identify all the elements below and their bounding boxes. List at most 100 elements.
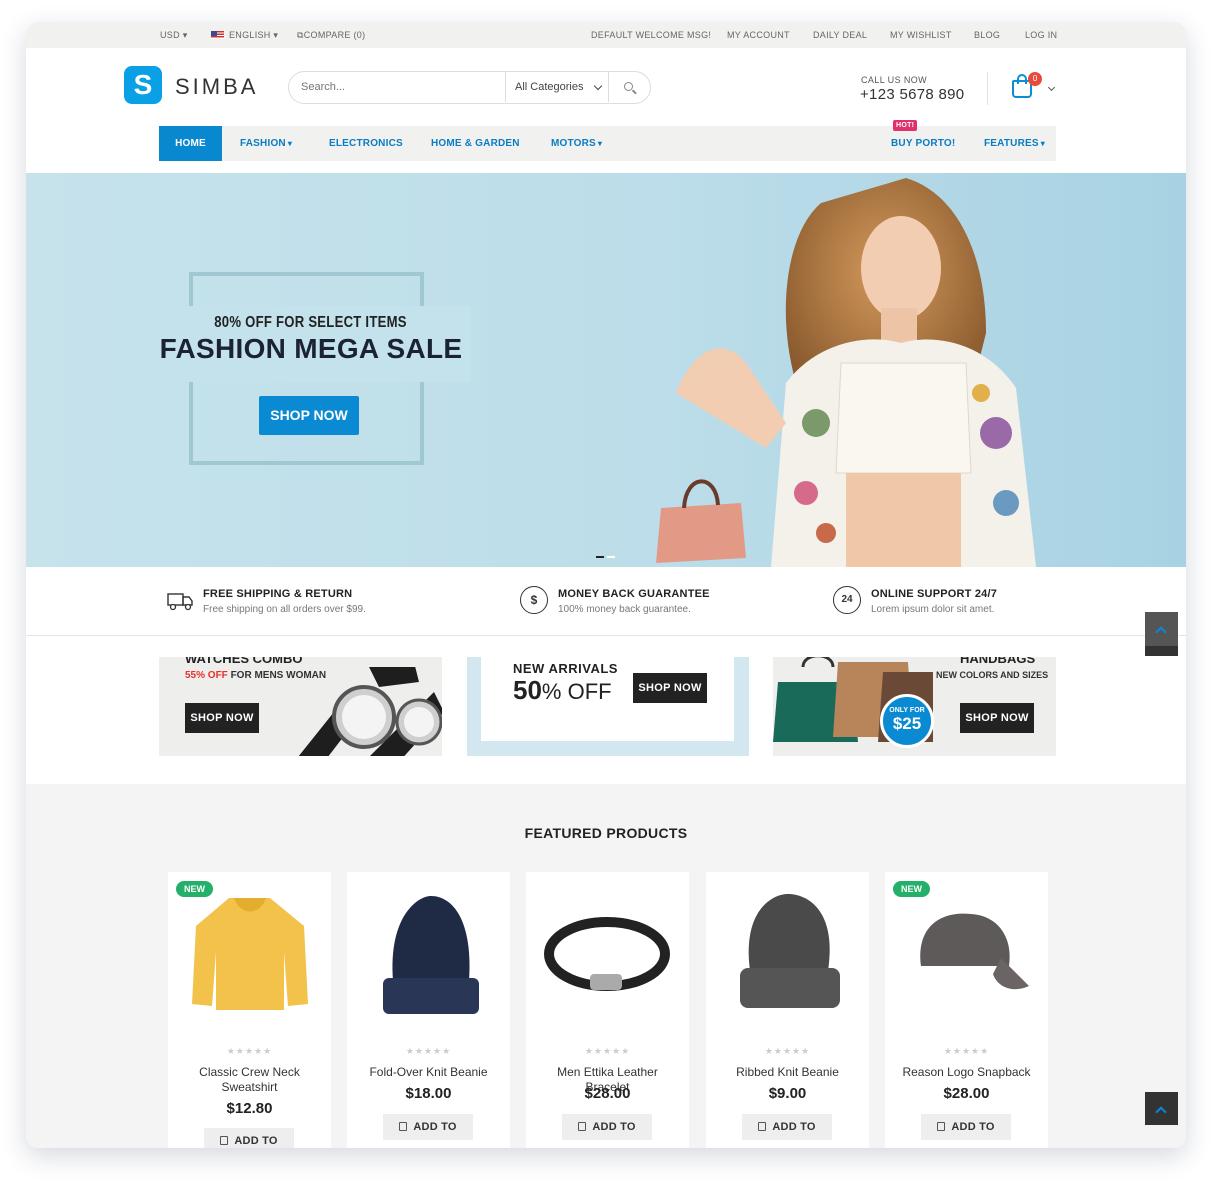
banner-watches[interactable]: WATCHES COMBO 55% OFF FOR MENS WOMAN SHO… bbox=[159, 657, 442, 756]
product-price: $28.00 bbox=[943, 1085, 990, 1102]
cart-dropdown-icon[interactable] bbox=[1047, 83, 1056, 92]
product-card[interactable]: ★★★★★ Fold-Over Knit Beanie $18.00 ADD T… bbox=[347, 872, 510, 1148]
logo-text[interactable]: SIMBA bbox=[175, 74, 258, 100]
slider-dots[interactable] bbox=[596, 545, 618, 563]
rating-stars: ★★★★★ bbox=[764, 1046, 811, 1056]
banner-handbags[interactable]: HANDBAGS NEW COLORS AND SIZES ONLY FOR $… bbox=[773, 657, 1056, 756]
feature-desc: Lorem ipsum dolor sit amet. bbox=[871, 604, 995, 615]
feature-title: FREE SHIPPING & RETURN bbox=[203, 588, 353, 600]
rating-stars: ★★★★★ bbox=[405, 1046, 452, 1056]
scroll-up-button[interactable] bbox=[1145, 612, 1178, 656]
us-flag-icon bbox=[211, 31, 224, 39]
daily-deal-link[interactable]: DAILY DEAL bbox=[813, 30, 867, 40]
banner-unit: % OFF bbox=[541, 679, 612, 704]
hero-slider: 80% OFF FOR SELECT ITEMS FASHION MEGA SA… bbox=[26, 173, 1186, 567]
nav-fashion[interactable]: FASHION ▾ bbox=[240, 126, 292, 161]
search-bar: All Categories bbox=[288, 71, 651, 104]
page-frame: USD ▾ ENGLISH ▾ ⧉COMPARE (0) DEFAULT WEL… bbox=[26, 22, 1186, 1148]
hero-model-image bbox=[656, 178, 1036, 567]
top-bar: USD ▾ ENGLISH ▾ ⧉COMPARE (0) DEFAULT WEL… bbox=[26, 22, 1186, 48]
category-select[interactable]: All Categories bbox=[505, 72, 609, 102]
header-divider bbox=[987, 72, 988, 105]
welcome-msg: DEFAULT WELCOME MSG! bbox=[591, 30, 712, 40]
hero-shop-now-button[interactable]: SHOP NOW bbox=[259, 396, 359, 435]
watches-image bbox=[298, 667, 442, 756]
product-price: $28.00 bbox=[584, 1085, 631, 1102]
bag-icon bbox=[578, 1122, 587, 1131]
banner-title: HANDBAGS bbox=[960, 657, 1036, 666]
bracelet-image bbox=[544, 917, 670, 991]
product-card[interactable]: ★★★★★ Men Ettika Leather Bracelet $28.00… bbox=[526, 872, 689, 1148]
my-wishlist-link[interactable]: MY WISHLIST bbox=[890, 30, 952, 40]
rating-stars: ★★★★★ bbox=[943, 1046, 990, 1056]
chevron-down-icon bbox=[593, 81, 603, 91]
blog-link[interactable]: BLOG bbox=[974, 30, 1000, 40]
product-name[interactable]: Reason Logo Snapback bbox=[893, 1065, 1040, 1080]
add-to-cart-button[interactable]: ADD TO CART bbox=[742, 1114, 832, 1148]
snapback-image bbox=[920, 913, 1029, 990]
banner-amount: 50 bbox=[513, 675, 542, 705]
product-name[interactable]: Ribbed Knit Beanie bbox=[714, 1065, 861, 1080]
product-card[interactable]: NEW ★★★★★ Classic Crew Neck Sweatshirt $… bbox=[168, 872, 331, 1148]
banner-title: NEW ARRIVALS bbox=[513, 661, 618, 676]
cart-count-badge: 0 bbox=[1028, 72, 1042, 86]
search-button[interactable] bbox=[608, 72, 650, 102]
add-to-cart-button[interactable]: ADD TO CART bbox=[921, 1114, 1011, 1148]
banner-shop-now-button[interactable]: SHOP NOW bbox=[960, 703, 1034, 733]
product-name[interactable]: Classic Crew Neck Sweatshirt bbox=[176, 1065, 323, 1095]
feature-desc: 100% money back guarantee. bbox=[558, 604, 691, 615]
beanie-image bbox=[383, 896, 479, 1014]
nav-home-garden[interactable]: HOME & GARDEN bbox=[431, 126, 520, 161]
product-price: $9.00 bbox=[768, 1085, 807, 1102]
section-title: FEATURED PRODUCTS bbox=[524, 825, 688, 841]
feature-desc: Free shipping on all orders over $99. bbox=[203, 604, 366, 615]
nav-motors[interactable]: MOTORS ▾ bbox=[551, 126, 602, 161]
add-to-cart-button[interactable]: ADD TO CART bbox=[562, 1114, 652, 1148]
product-price: $12.80 bbox=[226, 1100, 273, 1117]
search-input[interactable] bbox=[289, 72, 505, 102]
banner-new-arrivals[interactable]: NEW ARRIVALS 50% OFF SHOP NOW bbox=[467, 657, 749, 756]
currency-selector[interactable]: USD ▾ bbox=[160, 30, 188, 41]
new-badge: NEW bbox=[893, 881, 930, 897]
bag-icon bbox=[220, 1136, 229, 1145]
product-card[interactable]: NEW ★★★★★ Reason Logo Snapback $28.00 AD… bbox=[885, 872, 1048, 1148]
support-24-icon: 24 bbox=[833, 586, 861, 614]
back-to-top-button[interactable] bbox=[1145, 1092, 1178, 1125]
product-name[interactable]: Fold-Over Knit Beanie bbox=[355, 1065, 502, 1080]
nav-features[interactable]: FEATURES ▾ bbox=[984, 126, 1045, 161]
main-nav: HOME FASHION ▾ ELECTRONICS HOME & GARDEN … bbox=[159, 126, 1056, 161]
chevron-down-icon: ▾ bbox=[287, 139, 293, 148]
banner-title: WATCHES COMBO bbox=[185, 657, 303, 666]
rating-stars: ★★★★★ bbox=[226, 1046, 273, 1056]
my-account-link[interactable]: MY ACCOUNT bbox=[727, 30, 790, 40]
features-bar: FREE SHIPPING & RETURN Free shipping on … bbox=[26, 567, 1186, 636]
nav-buy-porto[interactable]: BUY PORTO! bbox=[891, 126, 955, 161]
banner-shop-now-button[interactable]: SHOP NOW bbox=[185, 703, 259, 733]
language-selector[interactable]: ENGLISH ▾ bbox=[211, 30, 278, 41]
chevron-down-icon: ▾ bbox=[597, 139, 603, 148]
hero-subtitle: 80% OFF FOR SELECT ITEMS bbox=[214, 314, 407, 331]
add-to-cart-button[interactable]: ADD TO CART bbox=[383, 1114, 473, 1148]
price-circle-label: ONLY FOR bbox=[889, 707, 925, 714]
price-circle-value: $25 bbox=[892, 714, 922, 733]
feature-title: ONLINE SUPPORT 24/7 bbox=[871, 588, 998, 600]
feature-title: MONEY BACK GUARANTEE bbox=[558, 588, 710, 600]
nav-electronics[interactable]: ELECTRONICS bbox=[329, 126, 403, 161]
banner-discount: 55% OFF bbox=[185, 670, 228, 681]
banner-subtitle: NEW COLORS AND SIZES bbox=[936, 670, 1049, 680]
product-card[interactable]: ★★★★★ Ribbed Knit Beanie $9.00 ADD TO CA… bbox=[706, 872, 869, 1148]
bag-icon bbox=[399, 1122, 408, 1131]
nav-home[interactable]: HOME bbox=[159, 126, 222, 161]
compare-link[interactable]: ⧉COMPARE (0) bbox=[297, 30, 365, 41]
call-label: CALL US NOW bbox=[861, 75, 928, 85]
chevron-down-icon: ▾ bbox=[1040, 139, 1045, 148]
banner-shop-now-button[interactable]: SHOP NOW bbox=[633, 673, 707, 703]
compare-icon: ⧉ bbox=[297, 30, 304, 40]
add-to-cart-button[interactable]: ADD TO CART bbox=[204, 1128, 294, 1148]
search-icon bbox=[624, 82, 633, 91]
logo-icon[interactable]: S bbox=[124, 66, 162, 104]
chevron-up-icon bbox=[1155, 1106, 1167, 1118]
phone-number: +123 5678 890 bbox=[860, 86, 965, 103]
login-link[interactable]: LOG IN bbox=[1025, 30, 1057, 40]
ribbed-beanie-image bbox=[740, 894, 840, 1008]
